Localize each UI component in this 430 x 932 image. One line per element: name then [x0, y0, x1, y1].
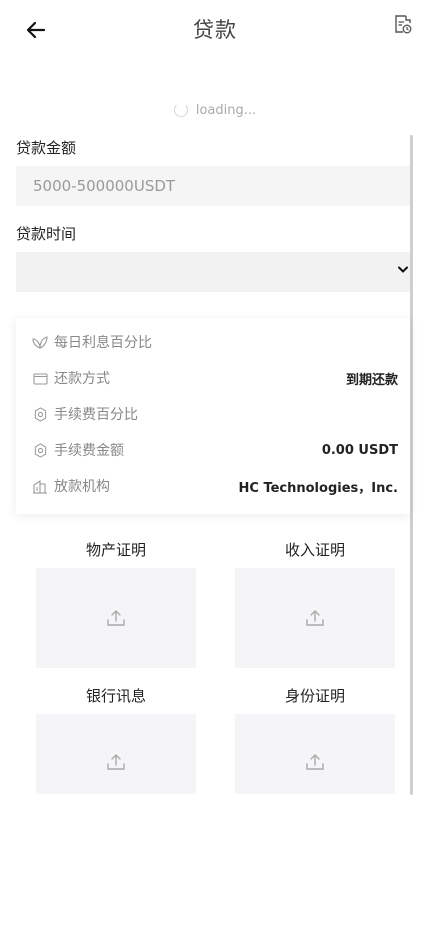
- record-clock-icon: [395, 15, 412, 34]
- upload-icon: [107, 754, 125, 770]
- info-row-fee-amount: 手续费金额 0.00 USDT: [32, 440, 398, 460]
- upload-income-proof[interactable]: [235, 568, 395, 668]
- upload-label-income: 收入证明: [284, 541, 345, 559]
- amount-field[interactable]: [16, 166, 410, 206]
- term-select[interactable]: [16, 252, 410, 292]
- info-row-daily-interest: 每日利息百分比: [32, 332, 398, 352]
- loading-text: loading...: [195, 102, 257, 118]
- gear-icon: [32, 442, 48, 458]
- gear-icon: [32, 406, 48, 422]
- info-value: 到期还款: [345, 372, 398, 388]
- building-icon: [32, 478, 48, 494]
- term-label: 贷款时间: [16, 225, 77, 243]
- spinner-icon: [173, 103, 188, 117]
- header-bar: 贷款: [0, 0, 430, 60]
- scrollbar[interactable]: [410, 135, 413, 795]
- upload-identity-proof[interactable]: [235, 714, 395, 794]
- upload-icon: [306, 610, 324, 626]
- info-label: 手续费百分比: [54, 407, 138, 423]
- upload-bank-info[interactable]: [36, 714, 196, 794]
- upload-label-property: 物产证明: [85, 541, 146, 559]
- chevron-down-icon: [398, 266, 408, 273]
- info-label: 手续费金额: [54, 443, 124, 459]
- upload-label-identity: 身份证明: [284, 687, 345, 705]
- loading-indicator: loading...: [0, 100, 430, 120]
- info-row-fee-percent: 手续费百分比: [32, 404, 398, 424]
- loan-record-button[interactable]: [394, 14, 416, 36]
- info-row-repayment: 还款方式 到期还款: [32, 368, 398, 388]
- info-label: 还款方式: [54, 371, 110, 387]
- info-label: 每日利息百分比: [54, 335, 152, 351]
- upload-property-proof[interactable]: [36, 568, 196, 668]
- wallet-icon: [32, 370, 48, 386]
- info-label: 放款机构: [54, 479, 110, 495]
- upload-label-bank: 银行讯息: [85, 687, 146, 705]
- amount-label: 贷款金额: [16, 139, 77, 157]
- leaf-icon: [32, 334, 48, 350]
- upload-icon: [306, 754, 324, 770]
- upload-icon: [107, 610, 125, 626]
- page-title: 贷款: [193, 18, 237, 42]
- amount-input[interactable]: [31, 176, 410, 196]
- info-row-lender: 放款机构 HC Technologies，Inc.: [32, 476, 398, 496]
- info-value: HC Technologies，Inc.: [238, 480, 399, 496]
- info-value: 0.00 USDT: [321, 442, 398, 458]
- loan-info-card: 每日利息百分比 还款方式 到期还款 手续费百分比 手续费金额 0.00 USDT…: [16, 318, 410, 514]
